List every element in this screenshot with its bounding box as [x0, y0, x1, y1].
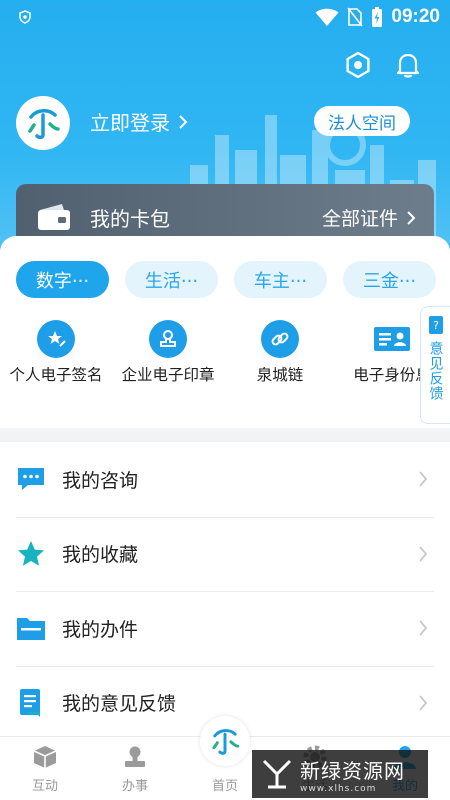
service-label: 企业电子印章 [121, 366, 215, 384]
chevron-right-icon [407, 210, 416, 225]
avatar[interactable] [16, 96, 70, 150]
menu-item-favorites[interactable]: 我的收藏 [0, 516, 450, 592]
chat-bubble-icon [16, 464, 46, 494]
nav-label: 办事 [121, 779, 148, 794]
city-logo-icon [28, 109, 60, 140]
my-menu-list: 我的咨询 我的收藏 我的办件 我的意见反馈 [0, 442, 450, 740]
chip-life[interactable]: 生活··· [125, 261, 218, 298]
menu-label: 我的办件 [62, 618, 139, 641]
feedback-side-label: 意见反馈 [427, 341, 444, 401]
menu-label: 我的咨询 [62, 469, 139, 492]
services-panel: 数字··· 生活··· 车主··· 三金··· 个人电子签名 企业电子印章 泉城… [0, 236, 450, 428]
watermark-url: www.xlhs.com [300, 783, 377, 794]
nav-label: 互动 [31, 779, 58, 794]
feedback-doc-icon [16, 688, 46, 718]
wallet-icon [38, 204, 70, 230]
status-right: 09:20 [315, 5, 440, 29]
chip-digital[interactable]: 数字··· [16, 261, 109, 298]
home-logo-button[interactable] [200, 716, 250, 766]
service-item-chain[interactable]: 泉城链 [224, 320, 336, 385]
nav-tab-interact[interactable]: 互动 [0, 743, 90, 794]
profile-header: 09:20 立即登录 法人空间 我的卡包 全部证件 [0, 0, 450, 250]
star-pen-icon [37, 320, 75, 358]
service-grid: 个人电子签名 企业电子印章 泉城链 电子身份息 [0, 320, 450, 420]
chevron-right-icon [179, 114, 188, 129]
service-item-eseal[interactable]: 企业电子印章 [112, 320, 224, 385]
settings-hex-icon[interactable] [343, 50, 373, 80]
watermark: 新绿资源网 www.xlhs.com [252, 750, 428, 798]
status-bar: 09:20 [0, 0, 450, 34]
chevron-right-icon [419, 694, 428, 711]
chip-car-owner[interactable]: 车主··· [234, 261, 327, 298]
no-sim-icon [347, 7, 364, 27]
service-label: 个人电子签名 [9, 366, 103, 384]
star-icon [16, 539, 46, 569]
svg-text:?: ? [433, 319, 439, 332]
id-card-icon [373, 320, 411, 358]
chevron-right-icon [419, 471, 428, 487]
bell-icon[interactable] [393, 50, 423, 80]
nav-tab-affairs[interactable]: 办事 [90, 743, 180, 794]
service-label: 泉城链 [256, 366, 304, 384]
watermark-text: 新绿资源网 www.xlhs.com [300, 755, 405, 794]
category-chips: 数字··· 生活··· 车主··· 三金··· [16, 261, 436, 298]
nav-label: 首页 [211, 779, 238, 794]
all-certificates-link[interactable]: 全部证件 [322, 204, 416, 231]
feedback-side-tab[interactable]: ? 意见反馈 [420, 306, 450, 424]
menu-label: 我的意见反馈 [62, 693, 177, 716]
card-wallet-title: 我的卡包 [90, 206, 170, 231]
watermark-title: 新绿资源网 [300, 758, 405, 783]
chevron-right-icon [419, 545, 428, 562]
folder-icon [16, 613, 46, 643]
stamp-person-icon [121, 743, 149, 771]
all-certificates-label: 全部证件 [321, 208, 398, 230]
watermark-logo-icon [262, 759, 292, 789]
menu-item-applications[interactable]: 我的办件 [0, 591, 450, 666]
shield-icon [19, 10, 31, 24]
wifi-icon [315, 8, 339, 26]
login-link[interactable]: 立即登录 [90, 107, 188, 136]
stamp-icon [149, 320, 187, 358]
menu-label: 我的收藏 [62, 544, 139, 567]
question-doc-icon: ? [428, 316, 443, 334]
clock: 09:20 [391, 6, 440, 27]
battery-charging-icon [372, 7, 383, 27]
login-label: 立即登录 [90, 111, 170, 135]
chain-link-icon [261, 320, 299, 358]
screen: 09:20 立即登录 法人空间 我的卡包 全部证件 数字··· 生活··· 车主… [0, 0, 450, 800]
cube-icon [31, 743, 59, 771]
menu-item-consult[interactable]: 我的咨询 [0, 442, 450, 517]
legal-space-button[interactable]: 法人空间 [314, 106, 410, 136]
service-item-esign[interactable]: 个人电子签名 [0, 320, 112, 385]
home-logo-icon [212, 729, 240, 755]
chip-three-funds[interactable]: 三金··· [343, 261, 436, 298]
chevron-right-icon [419, 620, 428, 636]
